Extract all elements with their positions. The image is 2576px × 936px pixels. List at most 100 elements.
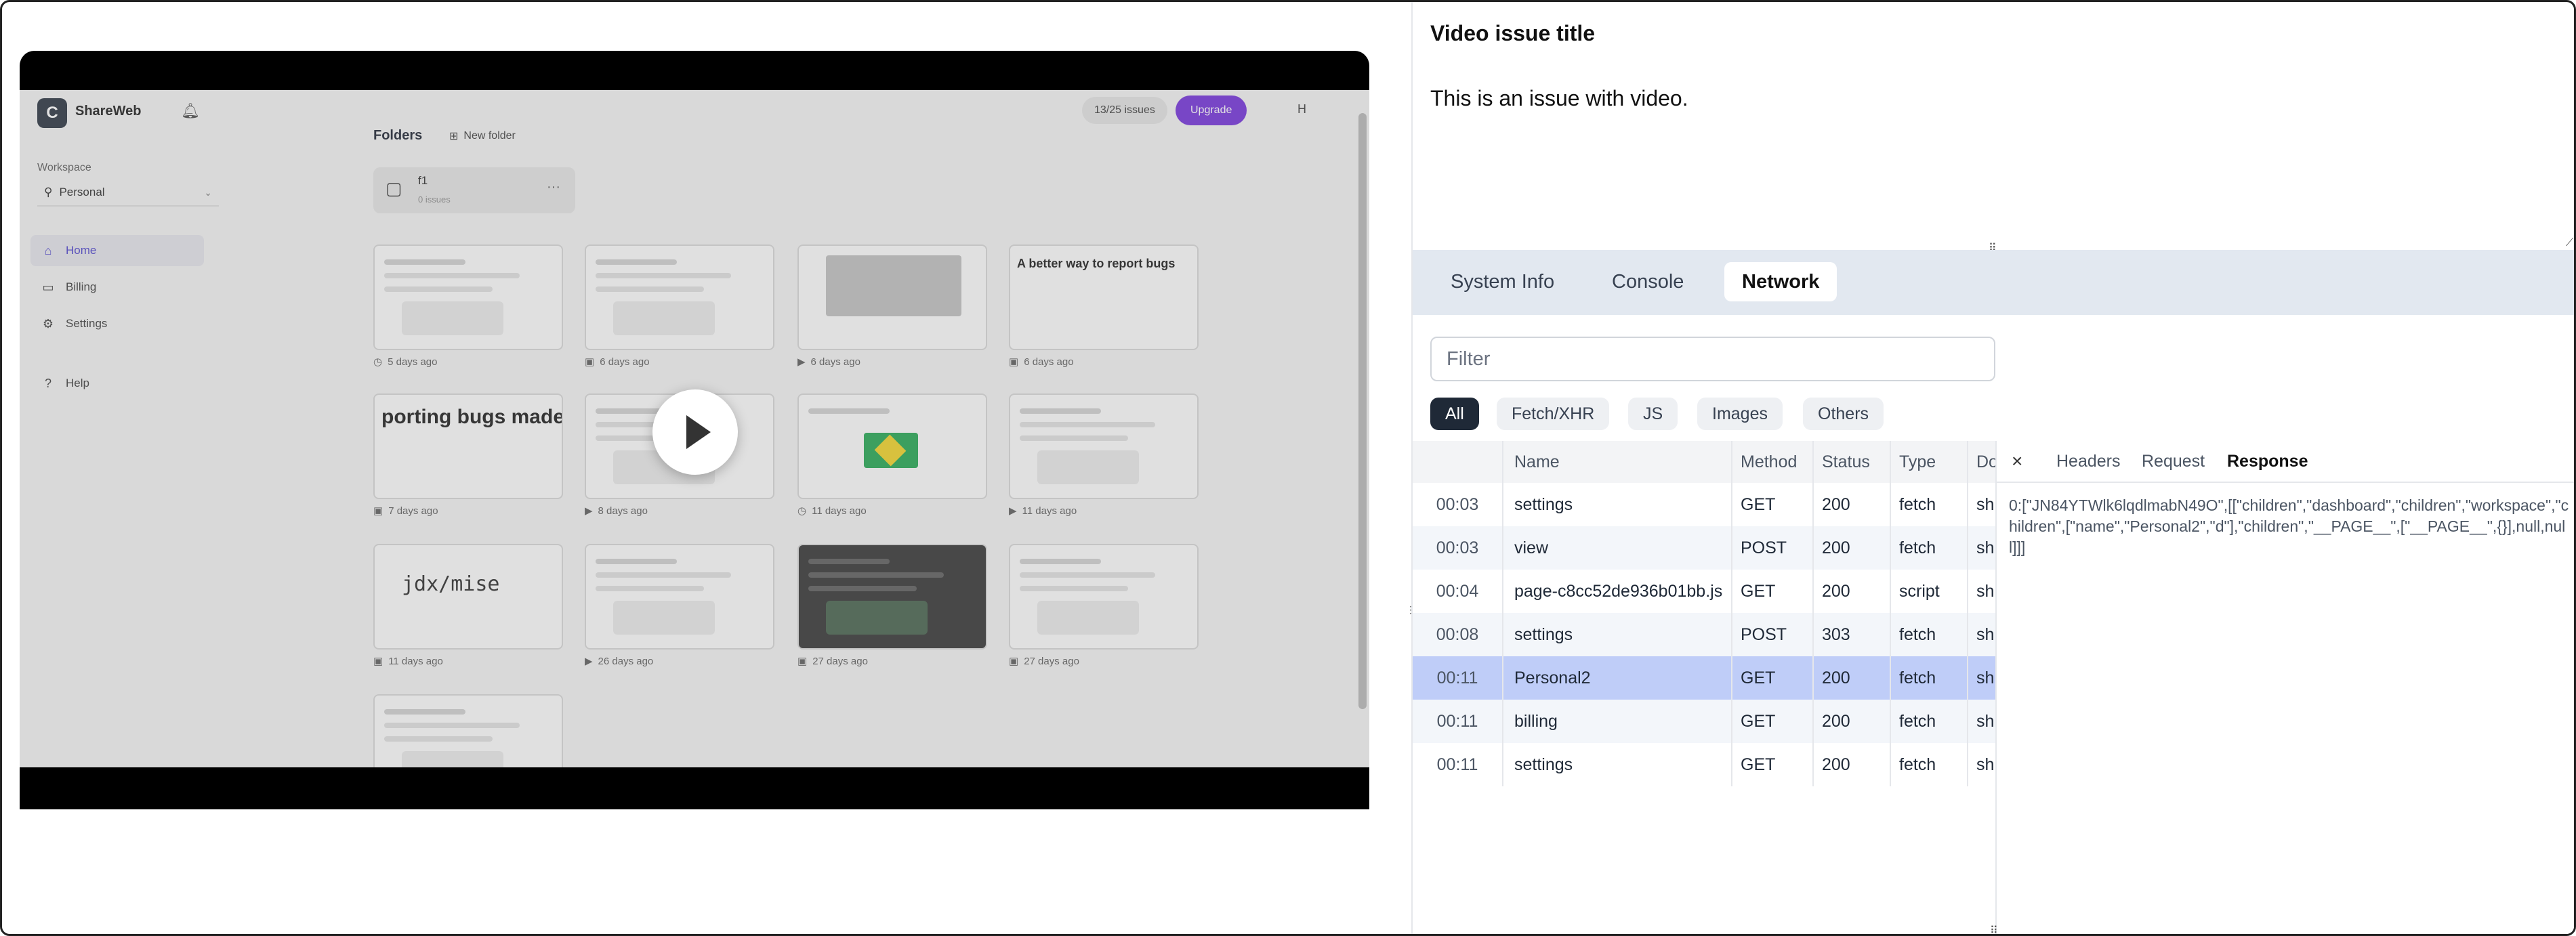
cell-time: 00:11 [1413,743,1503,786]
image-icon: ▣ [585,356,595,368]
folder-count: 0 issues [418,194,451,205]
tab-network[interactable]: Network [1724,262,1837,301]
column-header-time[interactable] [1413,441,1503,483]
issue-card: ▣ 27 days ago [797,544,987,667]
tab-headers[interactable]: Headers [2056,452,2121,471]
issue-thumbnail [373,694,563,767]
resize-corner-icon[interactable]: ⟋ [2566,238,2573,249]
issue-thumbnail [797,244,987,350]
video-player[interactable]: C ShareWeb 🔔︎ Workspace ⚲ Personal ⌄ ⌂ H… [20,51,1369,809]
tab-system-info[interactable]: System Info [1433,262,1572,301]
column-header-method[interactable]: Method [1732,441,1814,483]
chip-others[interactable]: Others [1803,398,1884,430]
cell-type: fetch [1891,743,1968,786]
app-window: C ShareWeb 🔔︎ Workspace ⚲ Personal ⌄ ⌂ H… [0,0,2576,936]
issue-card: ▶ 11 days ago [1009,393,1199,517]
column-header-domain[interactable]: Do [1968,441,1995,483]
column-header-status[interactable]: Status [1814,441,1891,483]
issue-card-date: 6 days ago [1024,356,1074,368]
cell-time: 00:11 [1413,656,1503,700]
image-icon: ▣ [373,505,383,517]
cell-time: 00:03 [1413,526,1503,570]
workspace-select: ⚲ Personal ⌄ [37,179,219,207]
table-row[interactable]: 00:11 settings GET 200 fetch sh [1413,743,1995,786]
table-row[interactable]: 00:03 settings GET 200 fetch sh [1413,483,1995,526]
chip-all[interactable]: All [1430,398,1479,430]
table-row[interactable]: 00:03 view POST 200 fetch sh [1413,526,1995,570]
table-header: Name Method Status Type Do [1413,441,1995,483]
issue-card-meta: ▶ 6 days ago [797,356,987,368]
cell-status: 200 [1814,700,1891,743]
video-icon: ▶ [585,656,593,667]
video-icon: ▶ [797,356,806,368]
nav-item-label: Billing [66,280,97,293]
issue-card-meta: ▣ 6 days ago [585,356,774,368]
chip-fetch-xhr[interactable]: Fetch/XHR [1497,398,1610,430]
issue-card-date: 6 days ago [600,356,650,368]
cell-name: view [1503,526,1732,570]
table-row[interactable]: 00:11 Personal2 GET 200 fetch sh [1413,656,1995,700]
chip-js[interactable]: JS [1628,398,1678,430]
issue-card-date: 27 days ago [812,655,868,667]
tab-console[interactable]: Console [1594,262,1701,301]
issue-thumbnail [1009,393,1199,499]
video-icon: ▶ [585,505,593,517]
issue-card: porting bugs made simp ▣ 7 days ago [373,393,563,517]
issue-card-meta: ▣ 11 days ago [373,655,563,668]
table-row[interactable]: 00:04 page-c8cc52de936b01bb.js GET 200 scrip… [1413,570,1995,613]
gear-icon: ⚙ [42,316,54,331]
user-icon: ⚲ [44,186,53,198]
tab-request[interactable]: Request [2142,452,2205,471]
column-header-name[interactable]: Name [1503,441,1732,483]
issues-count-badge: 13/25 issues [1082,97,1167,124]
cell-method: POST [1732,613,1814,656]
home-icon: ⌂ [44,243,52,257]
close-icon[interactable]: × [2012,450,2022,472]
cell-method: GET [1732,743,1814,786]
table-row[interactable]: 00:08 settings POST 303 fetch sh [1413,613,1995,656]
grip-icon[interactable]: ⠿ [1990,926,1998,935]
issue-thumbnail [797,393,987,499]
app-name: ShareWeb [75,104,142,119]
tab-response[interactable]: Response [2227,452,2308,471]
issue-card-meta: ▣ 7 days ago [373,505,563,517]
cell-domain: sh [1976,624,1995,644]
issue-card-date: 5 days ago [388,356,438,368]
issue-thumbnail [585,244,774,350]
play-button[interactable] [652,389,738,475]
cell-status: 200 [1814,656,1891,700]
cell-type: script [1891,570,1968,613]
issue-description[interactable]: This is an issue with video. [1430,86,1688,111]
filter-input[interactable] [1430,337,1995,381]
column-header-type[interactable]: Type [1891,441,1968,483]
cell-status: 200 [1814,570,1891,613]
folder-name: f1 [418,174,428,187]
cell-domain: sh [1976,754,1995,774]
issue-thumbnail [585,544,774,650]
issue-card-date: 7 days ago [388,505,438,517]
video-icon: ▶ [1009,505,1017,517]
issue-card-meta: ▣ 6 days ago [1009,356,1199,368]
card-icon: ▭ [42,280,54,294]
issue-card: ▶ 26 days ago [585,544,774,667]
folder-plus-icon: ⊞ [449,131,459,142]
issue-card-date: 8 days ago [598,505,648,517]
issue-card-meta: ▶ 26 days ago [585,655,774,668]
issue-card: ◷ 11 days ago [797,393,987,517]
avatar: H [1297,102,1306,116]
folder-card: ▢ f1 0 issues ··· [373,167,575,213]
response-body[interactable]: 0:["JN84YTWlk6lqdlmabN49O",[["children",… [2009,495,2571,558]
bell-icon: 🔔︎ [181,102,200,119]
cell-name: billing [1503,700,1732,743]
cell-time: 00:08 [1413,613,1503,656]
network-table: Name Method Status Type Do 00:03settings… [1413,441,1995,934]
folders-title: Folders [373,128,423,143]
chevron-down-icon: ⌄ [204,186,212,198]
cell-name: settings [1503,613,1732,656]
cell-name: page-c8cc52de936b01bb.js [1503,570,1732,613]
issue-card-meta: ◷ 5 days ago [373,356,563,368]
issue-card-date: 26 days ago [598,655,654,667]
table-row[interactable]: 00:11 billing GET 200 fetch sh [1413,700,1995,743]
chip-images[interactable]: Images [1697,398,1783,430]
issue-card-date: 11 days ago [1022,505,1077,517]
